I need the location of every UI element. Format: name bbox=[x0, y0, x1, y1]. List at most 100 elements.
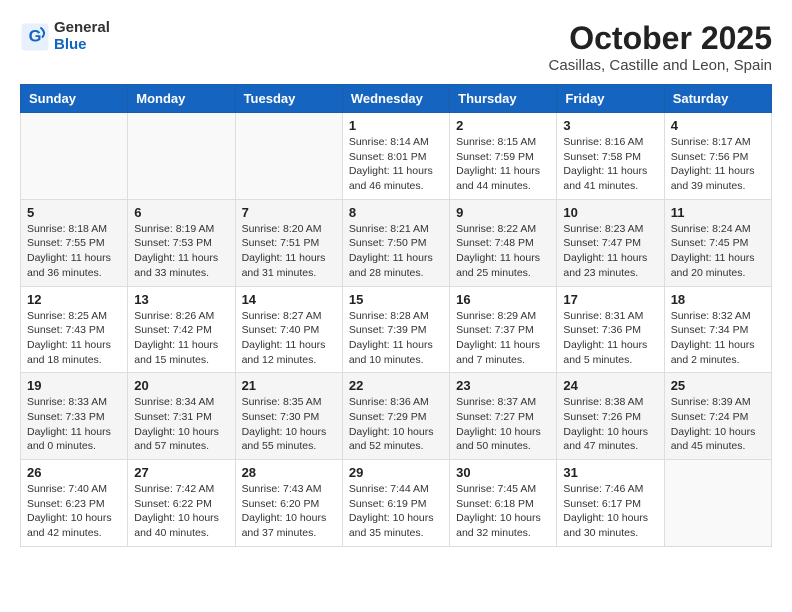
day-number: 28 bbox=[242, 465, 336, 480]
calendar-cell: 23 Sunrise: 8:37 AM Sunset: 7:27 PM Dayli… bbox=[450, 373, 557, 460]
calendar-cell: 6 Sunrise: 8:19 AM Sunset: 7:53 PM Daylig… bbox=[128, 199, 235, 286]
day-info: Sunrise: 8:36 AM Sunset: 7:29 PM Dayligh… bbox=[349, 395, 443, 454]
day-number: 3 bbox=[563, 118, 657, 133]
calendar-table: SundayMondayTuesdayWednesdayThursdayFrid… bbox=[20, 84, 772, 547]
day-info: Sunrise: 8:31 AM Sunset: 7:36 PM Dayligh… bbox=[563, 309, 657, 368]
day-info: Sunrise: 8:26 AM Sunset: 7:42 PM Dayligh… bbox=[134, 309, 228, 368]
day-info: Sunrise: 8:20 AM Sunset: 7:51 PM Dayligh… bbox=[242, 222, 336, 281]
calendar-cell: 12 Sunrise: 8:25 AM Sunset: 7:43 PM Dayli… bbox=[21, 286, 128, 373]
calendar-cell: 8Sunrise: 8:21 AM Sunset: 7:50 PM Daylig… bbox=[342, 199, 449, 286]
calendar-week-4: 19 Sunrise: 8:33 AM Sunset: 7:33 PM Dayli… bbox=[21, 373, 772, 460]
weekday-header-wednesday: Wednesday bbox=[342, 85, 449, 113]
calendar-cell: 7 Sunrise: 8:20 AM Sunset: 7:51 PM Daylig… bbox=[235, 199, 342, 286]
calendar-cell: 27Sunrise: 7:42 AM Sunset: 6:22 PM Dayli… bbox=[128, 460, 235, 547]
calendar-cell: 20 Sunrise: 8:34 AM Sunset: 7:31 PM Dayli… bbox=[128, 373, 235, 460]
weekday-header-thursday: Thursday bbox=[450, 85, 557, 113]
day-info: Sunrise: 8:17 AM Sunset: 7:56 PM Dayligh… bbox=[671, 135, 765, 194]
day-info: Sunrise: 7:40 AM Sunset: 6:23 PM Dayligh… bbox=[27, 482, 121, 541]
day-number: 26 bbox=[27, 465, 121, 480]
day-number: 19 bbox=[27, 378, 121, 393]
day-info: Sunrise: 8:14 AM Sunset: 8:01 PM Dayligh… bbox=[349, 135, 443, 194]
month-title: October 2025 bbox=[549, 20, 772, 57]
day-info: Sunrise: 8:22 AM Sunset: 7:48 PM Dayligh… bbox=[456, 222, 550, 281]
day-number: 1 bbox=[349, 118, 443, 133]
weekday-header-friday: Friday bbox=[557, 85, 664, 113]
calendar-cell bbox=[235, 113, 342, 200]
day-info: Sunrise: 7:42 AM Sunset: 6:22 PM Dayligh… bbox=[134, 482, 228, 541]
day-info: Sunrise: 8:34 AM Sunset: 7:31 PM Dayligh… bbox=[134, 395, 228, 454]
day-number: 8 bbox=[349, 205, 443, 220]
calendar-cell: 17 Sunrise: 8:31 AM Sunset: 7:36 PM Dayli… bbox=[557, 286, 664, 373]
calendar-cell: 30 Sunrise: 7:45 AM Sunset: 6:18 PM Dayli… bbox=[450, 460, 557, 547]
day-info: Sunrise: 8:19 AM Sunset: 7:53 PM Dayligh… bbox=[134, 222, 228, 281]
day-number: 22 bbox=[349, 378, 443, 393]
weekday-header-sunday: Sunday bbox=[21, 85, 128, 113]
calendar-cell: 18 Sunrise: 8:32 AM Sunset: 7:34 PM Dayli… bbox=[664, 286, 771, 373]
day-info: Sunrise: 8:32 AM Sunset: 7:34 PM Dayligh… bbox=[671, 309, 765, 368]
day-info: Sunrise: 8:33 AM Sunset: 7:33 PM Dayligh… bbox=[27, 395, 121, 454]
calendar-week-3: 12 Sunrise: 8:25 AM Sunset: 7:43 PM Dayli… bbox=[21, 286, 772, 373]
day-number: 25 bbox=[671, 378, 765, 393]
calendar-cell: 10Sunrise: 8:23 AM Sunset: 7:47 PM Dayli… bbox=[557, 199, 664, 286]
day-info: Sunrise: 8:39 AM Sunset: 7:24 PM Dayligh… bbox=[671, 395, 765, 454]
day-info: Sunrise: 8:38 AM Sunset: 7:26 PM Dayligh… bbox=[563, 395, 657, 454]
day-number: 5 bbox=[27, 205, 121, 220]
day-info: Sunrise: 8:37 AM Sunset: 7:27 PM Dayligh… bbox=[456, 395, 550, 454]
calendar-cell: 3 Sunrise: 8:16 AM Sunset: 7:58 PM Daylig… bbox=[557, 113, 664, 200]
day-number: 24 bbox=[563, 378, 657, 393]
day-number: 17 bbox=[563, 292, 657, 307]
day-number: 7 bbox=[242, 205, 336, 220]
calendar-cell bbox=[664, 460, 771, 547]
day-number: 9 bbox=[456, 205, 550, 220]
day-info: Sunrise: 7:45 AM Sunset: 6:18 PM Dayligh… bbox=[456, 482, 550, 541]
calendar-cell: 1 Sunrise: 8:14 AM Sunset: 8:01 PM Daylig… bbox=[342, 113, 449, 200]
calendar-cell: 25 Sunrise: 8:39 AM Sunset: 7:24 PM Dayli… bbox=[664, 373, 771, 460]
calendar-cell: 4 Sunrise: 8:17 AM Sunset: 7:56 PM Daylig… bbox=[664, 113, 771, 200]
calendar-cell: 29Sunrise: 7:44 AM Sunset: 6:19 PM Dayli… bbox=[342, 460, 449, 547]
calendar-cell: 19 Sunrise: 8:33 AM Sunset: 7:33 PM Dayli… bbox=[21, 373, 128, 460]
calendar-cell: 2 Sunrise: 8:15 AM Sunset: 7:59 PM Daylig… bbox=[450, 113, 557, 200]
calendar-week-1: 1 Sunrise: 8:14 AM Sunset: 8:01 PM Daylig… bbox=[21, 113, 772, 200]
day-number: 4 bbox=[671, 118, 765, 133]
weekday-header-tuesday: Tuesday bbox=[235, 85, 342, 113]
day-info: Sunrise: 7:43 AM Sunset: 6:20 PM Dayligh… bbox=[242, 482, 336, 541]
day-info: Sunrise: 8:15 AM Sunset: 7:59 PM Dayligh… bbox=[456, 135, 550, 194]
weekday-header-row: SundayMondayTuesdayWednesdayThursdayFrid… bbox=[21, 85, 772, 113]
calendar-cell: 21Sunrise: 8:35 AM Sunset: 7:30 PM Dayli… bbox=[235, 373, 342, 460]
svg-text:G: G bbox=[29, 27, 42, 45]
logo-icon: G bbox=[20, 22, 50, 52]
day-number: 6 bbox=[134, 205, 228, 220]
calendar-cell: 22 Sunrise: 8:36 AM Sunset: 7:29 PM Dayli… bbox=[342, 373, 449, 460]
day-number: 13 bbox=[134, 292, 228, 307]
calendar-cell bbox=[21, 113, 128, 200]
day-info: Sunrise: 8:25 AM Sunset: 7:43 PM Dayligh… bbox=[27, 309, 121, 368]
logo: G General Blue bbox=[20, 20, 110, 53]
day-info: Sunrise: 8:18 AM Sunset: 7:55 PM Dayligh… bbox=[27, 222, 121, 281]
day-info: Sunrise: 7:46 AM Sunset: 6:17 PM Dayligh… bbox=[563, 482, 657, 541]
day-info: Sunrise: 8:35 AM Sunset: 7:30 PM Dayligh… bbox=[242, 395, 336, 454]
calendar-cell: 13 Sunrise: 8:26 AM Sunset: 7:42 PM Dayli… bbox=[128, 286, 235, 373]
day-number: 29 bbox=[349, 465, 443, 480]
day-number: 12 bbox=[27, 292, 121, 307]
day-number: 15 bbox=[349, 292, 443, 307]
location: Casillas, Castille and Leon, Spain bbox=[549, 57, 772, 74]
calendar-cell: 24 Sunrise: 8:38 AM Sunset: 7:26 PM Dayli… bbox=[557, 373, 664, 460]
day-number: 14 bbox=[242, 292, 336, 307]
calendar-cell: 14Sunrise: 8:27 AM Sunset: 7:40 PM Dayli… bbox=[235, 286, 342, 373]
day-info: Sunrise: 8:24 AM Sunset: 7:45 PM Dayligh… bbox=[671, 222, 765, 281]
weekday-header-saturday: Saturday bbox=[664, 85, 771, 113]
day-number: 18 bbox=[671, 292, 765, 307]
calendar-cell: 9 Sunrise: 8:22 AM Sunset: 7:48 PM Daylig… bbox=[450, 199, 557, 286]
day-number: 2 bbox=[456, 118, 550, 133]
calendar-week-5: 26 Sunrise: 7:40 AM Sunset: 6:23 PM Dayli… bbox=[21, 460, 772, 547]
calendar-cell: 28 Sunrise: 7:43 AM Sunset: 6:20 PM Dayli… bbox=[235, 460, 342, 547]
day-number: 30 bbox=[456, 465, 550, 480]
calendar-cell: 26 Sunrise: 7:40 AM Sunset: 6:23 PM Dayli… bbox=[21, 460, 128, 547]
day-number: 10 bbox=[563, 205, 657, 220]
day-number: 23 bbox=[456, 378, 550, 393]
day-number: 20 bbox=[134, 378, 228, 393]
day-info: Sunrise: 8:16 AM Sunset: 7:58 PM Dayligh… bbox=[563, 135, 657, 194]
title-block: October 2025 Casillas, Castille and Leon… bbox=[549, 20, 772, 74]
logo-blue-text: Blue bbox=[54, 37, 110, 54]
calendar-cell: 31Sunrise: 7:46 AM Sunset: 6:17 PM Dayli… bbox=[557, 460, 664, 547]
